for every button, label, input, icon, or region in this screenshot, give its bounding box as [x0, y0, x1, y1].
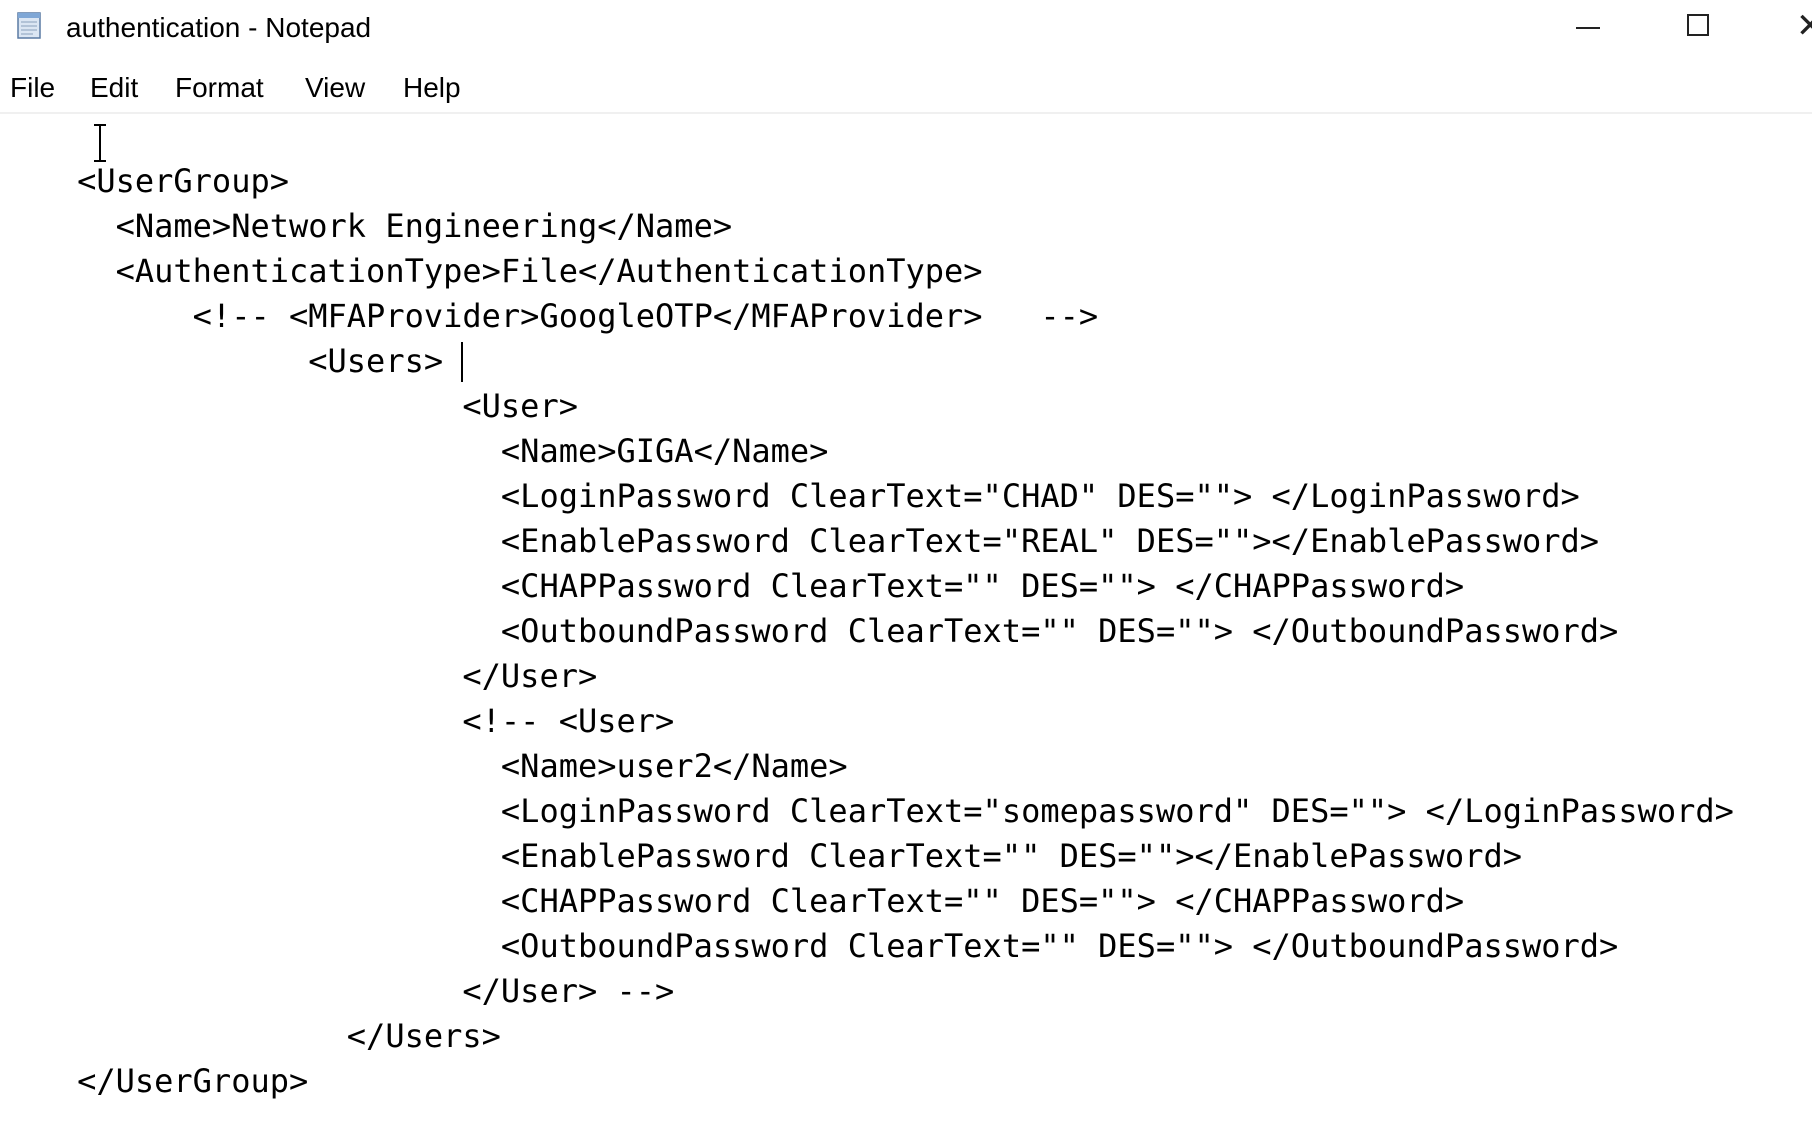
editor-line: </User>	[0, 657, 598, 695]
editor-line: </Users>	[0, 1017, 501, 1055]
editor-line: <!-- <MFAProvider>GoogleOTP</MFAProvider…	[0, 297, 1099, 335]
menu-format[interactable]: Format	[175, 66, 264, 110]
title-bar: authentication - Notepad ✕	[0, 0, 1812, 52]
editor-line: </User> -->	[0, 972, 675, 1010]
editor-line: <Name>Network Engineering</Name>	[0, 207, 733, 245]
minimize-icon[interactable]	[1544, 0, 1634, 52]
window-title: authentication - Notepad	[66, 12, 372, 43]
text-editor[interactable]: <UserGroup> <Name>Network Engineering</N…	[0, 114, 1812, 1133]
menu-file[interactable]: File	[10, 66, 55, 110]
editor-line: </UserGroup>	[0, 1062, 309, 1100]
notepad-icon	[17, 12, 41, 39]
editor-line: <!-- <User>	[0, 702, 675, 740]
ibeam-cursor-icon	[94, 124, 106, 162]
editor-line: <CHAPPassword ClearText="" DES=""> </CHA…	[0, 882, 1465, 920]
editor-line: <Users>	[0, 342, 444, 380]
editor-line: <UserGroup>	[0, 162, 289, 200]
editor-line: <CHAPPassword ClearText="" DES=""> </CHA…	[0, 567, 1465, 605]
menu-bar: File Edit Format View Help	[0, 66, 1812, 110]
close-glyph: ✕	[1796, 6, 1812, 46]
editor-line: <LoginPassword ClearText="CHAD" DES=""> …	[0, 477, 1580, 515]
editor-line: <Name>user2</Name>	[0, 747, 848, 785]
menu-view[interactable]: View	[305, 66, 365, 110]
menu-help[interactable]: Help	[403, 66, 461, 110]
editor-line: <User>	[0, 387, 578, 425]
editor-line: <Name>GIGA</Name>	[0, 432, 829, 470]
maximize-icon[interactable]	[1655, 0, 1745, 52]
editor-line: <AuthenticationType>File</Authentication…	[0, 252, 983, 290]
editor-line: <EnablePassword ClearText="REAL" DES="">…	[0, 522, 1600, 560]
menu-edit[interactable]: Edit	[90, 66, 138, 110]
close-icon[interactable]: ✕	[1766, 0, 1812, 52]
editor-line: <EnablePassword ClearText="" DES=""></En…	[0, 837, 1522, 875]
text-caret	[461, 342, 463, 382]
editor-line: <LoginPassword ClearText="somepassword" …	[0, 792, 1734, 830]
editor-line: <OutboundPassword ClearText="" DES=""> <…	[0, 927, 1619, 965]
editor-line: <OutboundPassword ClearText="" DES=""> <…	[0, 612, 1619, 650]
